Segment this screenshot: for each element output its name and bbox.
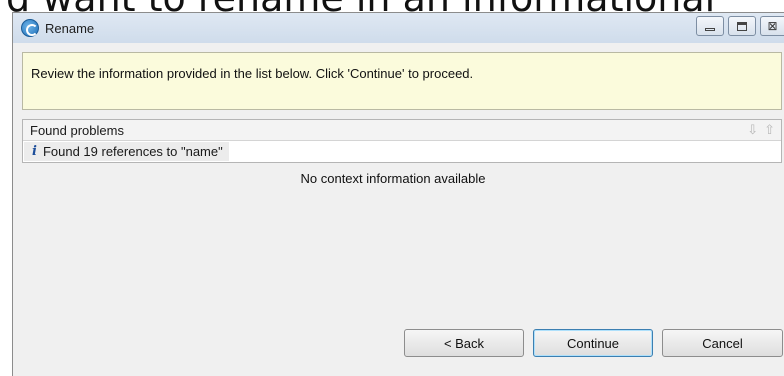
continue-button[interactable]: Continue: [533, 329, 653, 357]
window-title: Rename: [45, 20, 95, 36]
minimize-button[interactable]: [696, 16, 724, 36]
maximize-button[interactable]: [728, 16, 756, 36]
problem-navigation: ⇩ ⇧: [747, 122, 775, 138]
context-info-text: No context information available: [300, 171, 486, 186]
title-bar[interactable]: Rename ⊠: [13, 13, 784, 43]
info-message-box: Review the information provided in the l…: [22, 52, 782, 110]
next-problem-arrow-icon[interactable]: ⇩: [747, 122, 758, 138]
problems-header: Found problems ⇩ ⇧: [23, 120, 781, 141]
cancel-button[interactable]: Cancel: [662, 329, 783, 357]
window-controls: ⊠: [696, 16, 784, 36]
list-item[interactable]: i Found 19 references to "name": [23, 141, 781, 162]
problem-item-text: Found 19 references to "name": [42, 144, 223, 159]
previous-problem-arrow-icon[interactable]: ⇧: [764, 122, 775, 138]
rename-dialog: Rename ⊠ Review the information provided…: [12, 12, 784, 376]
back-button[interactable]: < Back: [404, 329, 524, 357]
info-icon: i: [32, 144, 37, 159]
info-message: Review the information provided in the l…: [31, 66, 474, 81]
maximize-icon: [737, 21, 747, 31]
close-button[interactable]: ⊠: [760, 16, 784, 36]
minimize-icon: [705, 27, 715, 31]
problems-list: Found problems ⇩ ⇧ i Found 19 references…: [22, 119, 782, 163]
close-icon: ⊠: [767, 19, 778, 33]
button-bar: < Back Continue Cancel: [13, 329, 784, 357]
problem-item-cell[interactable]: i Found 19 references to "name": [24, 142, 229, 161]
problems-header-label: Found problems: [30, 122, 124, 138]
rename-app-icon: [21, 19, 39, 37]
